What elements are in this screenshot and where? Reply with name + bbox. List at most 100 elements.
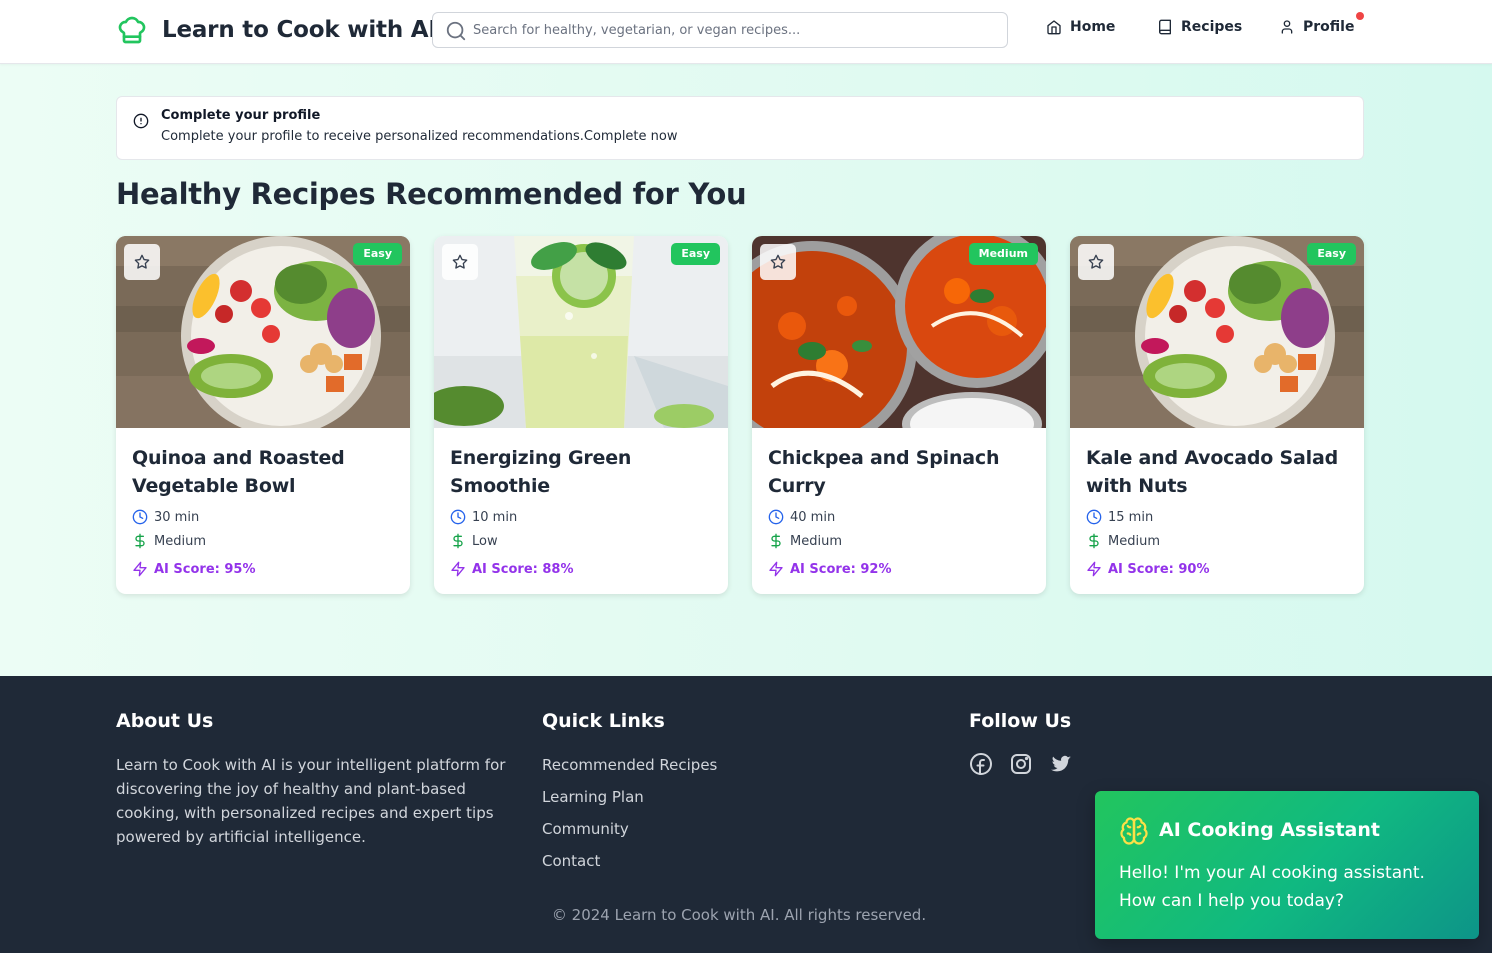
search-input[interactable] [473,19,993,41]
difficulty-badge: Medium [968,243,1038,265]
ai-score: AI Score: 95% [132,560,394,578]
favorite-button[interactable] [760,244,796,280]
top-header: Learn to Cook with AI Home Recipes Profi… [0,0,1492,64]
quick-links-list: Recommended Recipes Learning Plan Commun… [542,753,717,881]
difficulty-badge: Easy [671,243,720,265]
difficulty-badge: Easy [353,243,402,265]
star-icon [452,254,468,270]
star-icon [770,254,786,270]
nav-recipes[interactable]: Recipes [1157,19,1242,35]
star-icon [1088,254,1104,270]
ai-score-label: AI Score: 88% [472,561,574,577]
about-heading: About Us [116,710,214,732]
clock-icon [768,509,784,525]
favorite-button[interactable] [442,244,478,280]
search-bar [432,12,1008,48]
recipe-time: 10 min [450,508,712,526]
ai-score-label: AI Score: 95% [154,561,256,577]
nav-home-label: Home [1070,19,1116,35]
recipe-time-label: 30 min [154,509,200,525]
footer-link-community[interactable]: Community [542,817,717,841]
footer-link-learning-plan[interactable]: Learning Plan [542,785,717,809]
recipe-time-label: 15 min [1108,509,1154,525]
nav-profile-label: Profile [1303,19,1355,35]
recipe-cost-label: Medium [154,533,206,549]
footer-link-recommended-recipes[interactable]: Recommended Recipes [542,753,717,777]
brain-icon [1119,816,1149,846]
favorite-button[interactable] [1078,244,1114,280]
brand[interactable]: Learn to Cook with AI [116,14,437,46]
user-icon [1279,19,1295,35]
instagram-icon[interactable] [1009,752,1033,776]
ai-assistant-panel[interactable]: AI Cooking Assistant Hello! I'm your AI … [1095,791,1479,939]
profile-alert: Complete your profile Complete your prof… [116,96,1364,160]
recipe-image: Easy [116,236,410,428]
follow-heading: Follow Us [969,710,1072,732]
facebook-icon[interactable] [969,752,993,776]
dollar-icon [450,533,466,549]
ai-score: AI Score: 92% [768,560,1030,578]
difficulty-badge: Easy [1307,243,1356,265]
main-content: Complete your profile Complete your prof… [0,64,1492,676]
star-icon [134,254,150,270]
ai-score: AI Score: 88% [450,560,712,578]
alert-description[interactable]: Complete your profile to receive persona… [161,129,677,144]
recipe-time-label: 40 min [790,509,836,525]
clock-icon [132,509,148,525]
recipe-title: Quinoa and Roasted Vegetable Bowl [132,447,345,497]
recipe-cost-label: Medium [790,533,842,549]
nav-profile[interactable]: Profile [1279,19,1354,35]
assistant-title: AI Cooking Assistant [1159,819,1380,841]
recipe-cost-label: Medium [1108,533,1160,549]
lightning-icon [450,561,466,577]
lightning-icon [132,561,148,577]
brand-title: Learn to Cook with AI [162,17,437,43]
dollar-icon [768,533,784,549]
nav-recipes-label: Recipes [1181,19,1243,35]
recipe-time: 30 min [132,508,394,526]
recipe-cost: Low [450,532,712,550]
ai-score: AI Score: 90% [1086,560,1348,578]
recipe-card[interactable]: Medium Chickpea and Spinach Curry 40 min… [752,236,1046,594]
recipe-title: Kale and Avocado Salad with Nuts [1086,447,1338,497]
chef-hat-icon [116,14,148,46]
nav-home[interactable]: Home [1046,19,1115,35]
social-links [969,752,1073,776]
section-title: Healthy Recipes Recommended for You [116,177,747,211]
recipe-cost: Medium [768,532,1030,550]
recipe-image: Easy [434,236,728,428]
twitter-icon[interactable] [1049,752,1073,776]
recipe-card[interactable]: Easy Energizing Green Smoothie 10 min Lo… [434,236,728,594]
dollar-icon [1086,533,1102,549]
quick-links-heading: Quick Links [542,710,665,732]
info-circle-icon [133,113,149,129]
recipe-cost-label: Low [472,533,498,549]
book-icon [1157,19,1173,35]
search-icon [445,20,467,42]
about-text: Learn to Cook with AI is your intelligen… [116,756,506,846]
recipe-title: Energizing Green Smoothie [450,447,632,497]
lightning-icon [1086,561,1102,577]
recipe-cost: Medium [132,532,394,550]
recipe-time: 40 min [768,508,1030,526]
home-icon [1046,19,1062,35]
notification-dot [1356,12,1364,20]
footer-link-contact[interactable]: Contact [542,849,717,873]
assistant-message: Hello! I'm your AI cooking assistant. Ho… [1119,863,1425,911]
lightning-icon [768,561,784,577]
ai-score-label: AI Score: 90% [1108,561,1210,577]
clock-icon [450,509,466,525]
favorite-button[interactable] [124,244,160,280]
alert-title: Complete your profile [161,108,321,123]
recipe-cost: Medium [1086,532,1348,550]
recipe-card[interactable]: Easy Quinoa and Roasted Vegetable Bowl 3… [116,236,410,594]
recipe-title: Chickpea and Spinach Curry [768,447,1000,497]
dollar-icon [132,533,148,549]
ai-score-label: AI Score: 92% [790,561,892,577]
recipe-image: Easy [1070,236,1364,428]
clock-icon [1086,509,1102,525]
recipe-image: Medium [752,236,1046,428]
recipe-card[interactable]: Easy Kale and Avocado Salad with Nuts 15… [1070,236,1364,594]
recipe-time-label: 10 min [472,509,518,525]
recipe-time: 15 min [1086,508,1348,526]
